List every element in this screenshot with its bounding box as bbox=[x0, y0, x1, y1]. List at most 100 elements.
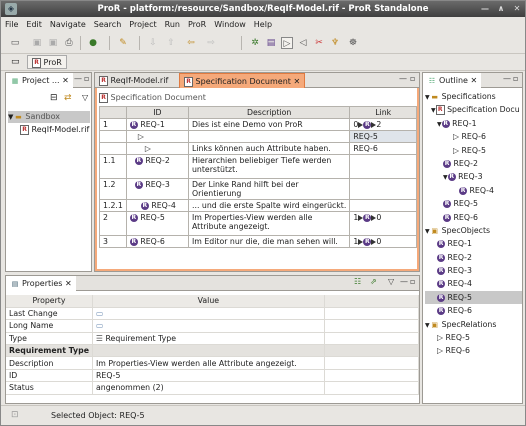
expand-icon[interactable]: ▼ bbox=[437, 121, 442, 128]
menu-window[interactable]: Window bbox=[210, 17, 250, 32]
property-row[interactable]: Last Change ▭ bbox=[6, 307, 420, 321]
table-row[interactable]: ▷ REQ-5 bbox=[99, 130, 417, 143]
menu-run[interactable]: Run bbox=[161, 17, 184, 32]
maximize-view-icon[interactable]: ▫ bbox=[513, 74, 518, 83]
table-row[interactable]: 1.2.1 R REQ-4 ... und die erste Spalte w… bbox=[99, 199, 417, 212]
menu-file[interactable]: File bbox=[1, 17, 22, 32]
column-header-property[interactable]: Property bbox=[6, 295, 93, 308]
column-header-link[interactable]: Link bbox=[349, 106, 417, 119]
outline-item[interactable]: ▼ ▣ SpecObjects bbox=[425, 224, 522, 237]
expand-icon[interactable]: ▼ bbox=[443, 174, 448, 181]
link-editor-icon[interactable]: ⇄ bbox=[64, 93, 72, 103]
outline-item[interactable]: ▼ ▣ SpecRelations bbox=[425, 318, 522, 331]
back-icon[interactable]: ⇦ bbox=[185, 37, 197, 49]
outline-item[interactable]: R REQ-6 bbox=[425, 211, 522, 224]
tab-specification-document[interactable]: R Specification Document ✕ bbox=[179, 73, 306, 88]
minimize-view-icon[interactable]: — bbox=[74, 74, 82, 83]
minimize-icon[interactable]: — bbox=[479, 4, 491, 14]
outline-item[interactable]: ▼ R Specification Docu bbox=[425, 103, 522, 116]
run-icon[interactable]: ● bbox=[87, 37, 99, 49]
outline-item[interactable]: R REQ-6 bbox=[425, 304, 522, 317]
description-cell[interactable]: Im Properties-View werden alle Attribute… bbox=[187, 211, 351, 236]
outline-item[interactable]: ▷ REQ-5 bbox=[425, 144, 522, 157]
outline-item[interactable]: R REQ-4 bbox=[425, 184, 522, 197]
menu-edit[interactable]: Edit bbox=[22, 17, 46, 32]
table-row[interactable]: 1 R REQ-1 Dies ist eine Demo von ProR 0R… bbox=[99, 118, 417, 131]
link-cell[interactable] bbox=[349, 154, 417, 179]
column-header-id[interactable]: ID bbox=[125, 106, 189, 119]
description-cell[interactable]: Hierarchien beliebiger Tiefe werden unte… bbox=[187, 154, 351, 179]
tab-outline[interactable]: ☷ Outline ✕ bbox=[423, 73, 482, 88]
show-categories-icon[interactable]: ☷ bbox=[354, 277, 361, 286]
link-cell[interactable]: REQ-5 bbox=[349, 130, 417, 143]
save-all-icon[interactable]: ▣ bbox=[47, 37, 59, 49]
next-annotation-icon[interactable]: ⇩ bbox=[147, 37, 159, 49]
tab-properties[interactable]: ▤ Properties ✕ bbox=[6, 276, 76, 291]
table-row[interactable]: ▷ Links können auch Attribute haben. REQ… bbox=[99, 142, 417, 155]
show-advanced-icon[interactable]: ⇗ bbox=[370, 277, 377, 286]
id-cell[interactable]: R REQ-6 bbox=[125, 235, 189, 248]
property-value[interactable]: angenommen (2) bbox=[92, 381, 325, 395]
property-row[interactable]: Description Im Properties-View werden all… bbox=[6, 356, 420, 370]
description-cell[interactable] bbox=[187, 130, 351, 143]
print-icon[interactable]: ⎙ bbox=[63, 37, 75, 49]
minimize-view-icon[interactable]: — bbox=[400, 277, 408, 286]
outline-item[interactable]: ▷ REQ-6 bbox=[425, 130, 522, 143]
close-icon[interactable]: ✕ bbox=[511, 4, 523, 14]
menu-help[interactable]: Help bbox=[250, 17, 276, 32]
menu-search[interactable]: Search bbox=[90, 17, 125, 32]
property-row[interactable]: Status angenommen (2) bbox=[6, 381, 420, 395]
outline-item[interactable]: R REQ-1 bbox=[425, 237, 522, 250]
pin-icon[interactable]: ♆ bbox=[329, 37, 341, 49]
perspective-pror-button[interactable]: R ProR bbox=[27, 55, 67, 69]
outline-item[interactable]: R REQ-5 bbox=[425, 197, 522, 210]
new-icon[interactable]: ▭ bbox=[9, 37, 21, 49]
outline-item-selected[interactable]: R REQ-5 bbox=[425, 290, 522, 305]
tab-reqif-model[interactable]: R ReqIf-Model.rif bbox=[95, 73, 172, 88]
property-value[interactable]: ☰ Requirement Type bbox=[92, 332, 325, 346]
property-row[interactable]: ID REQ-5 bbox=[6, 369, 420, 383]
menu-navigate[interactable]: Navigate bbox=[46, 17, 90, 32]
tree-item-sandbox[interactable]: ▼ ▬ Sandbox bbox=[8, 111, 90, 123]
table-row[interactable]: 3 R REQ-6 Im Editor nur die, die man seh… bbox=[99, 235, 417, 248]
view-menu-icon[interactable]: ▽ bbox=[388, 277, 394, 286]
menu-project[interactable]: Project bbox=[125, 17, 160, 32]
maximize-view-icon[interactable]: ▫ bbox=[410, 277, 415, 286]
minimize-view-icon[interactable]: — bbox=[399, 74, 407, 83]
description-cell[interactable]: Im Editor nur die, die man sehen will. bbox=[187, 235, 351, 248]
tree-item-reqif-model[interactable]: R ReqIf-Model.rif bbox=[20, 124, 89, 136]
property-value[interactable]: ▭ bbox=[92, 319, 325, 333]
open-perspective-icon[interactable]: ▭ bbox=[11, 57, 20, 67]
outline-item[interactable]: ▷ REQ-6 bbox=[425, 344, 522, 357]
link-cell[interactable] bbox=[349, 199, 417, 212]
maximize-view-icon[interactable]: ▫ bbox=[410, 74, 415, 83]
outline-item[interactable]: R REQ-2 bbox=[425, 157, 522, 170]
link-back-icon[interactable]: ◁ bbox=[297, 37, 309, 49]
link-cell[interactable]: REQ-6 bbox=[349, 142, 417, 155]
id-cell[interactable]: ▷ bbox=[125, 142, 189, 155]
menu-pror[interactable]: ProR bbox=[184, 17, 210, 32]
outline-item[interactable]: R REQ-4 bbox=[425, 277, 522, 290]
view-menu-icon[interactable]: ▽ bbox=[82, 93, 88, 102]
description-cell[interactable]: Dies ist eine Demo von ProR bbox=[187, 118, 351, 131]
description-cell[interactable]: Der Linke Rand hilft bei der Orientierun… bbox=[187, 178, 351, 200]
outline-item[interactable]: ▼ ▬ Specifications bbox=[425, 90, 522, 103]
property-value[interactable]: Im Properties-View werden alle Attribute… bbox=[92, 356, 325, 370]
link-cell[interactable] bbox=[349, 178, 417, 200]
link-cell[interactable]: 1R0 bbox=[349, 235, 417, 248]
column-header-value[interactable]: Value bbox=[92, 295, 325, 308]
link-forward-icon[interactable]: ▷ bbox=[281, 37, 293, 49]
plugin-icon[interactable]: ☸ bbox=[347, 37, 359, 49]
maximize-view-icon[interactable]: ▫ bbox=[84, 74, 89, 83]
link-cell[interactable]: 1R0 bbox=[349, 211, 417, 236]
maximize-icon[interactable]: ∧ bbox=[495, 4, 507, 14]
id-cell[interactable]: R REQ-3 bbox=[125, 178, 189, 200]
property-row[interactable]: Long Name ▭ bbox=[6, 319, 420, 333]
description-cell[interactable]: Links können auch Attribute haben. bbox=[187, 142, 351, 155]
id-cell[interactable]: R REQ-5 bbox=[125, 211, 189, 236]
outline-item[interactable]: R REQ-2 bbox=[425, 251, 522, 264]
outline-item[interactable]: ▷ REQ-5 bbox=[425, 331, 522, 344]
tab-project-explorer[interactable]: ▦ Project ... ✕ bbox=[6, 73, 73, 88]
id-cell[interactable]: ▷ bbox=[125, 130, 189, 143]
collapse-all-icon[interactable]: ⊟ bbox=[50, 93, 58, 103]
